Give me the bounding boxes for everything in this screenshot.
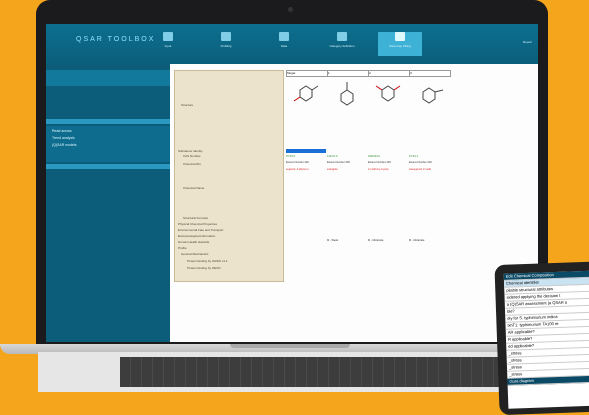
name-3: isoeugenol; 2-meth [409, 168, 432, 171]
binding-3: M - Moderate [409, 239, 425, 242]
cas-1: 140-67-0 [327, 155, 338, 158]
endpoint-tree: Structure Substance Identity CAS Number … [174, 70, 284, 282]
tab-input[interactable]: Input [146, 32, 190, 56]
tree-human-health[interactable]: Human Health Hazards [178, 240, 209, 244]
gap-filling-icon [395, 32, 405, 41]
webcam [288, 7, 293, 12]
name-target: eugenol; 4-allyl-2-m [286, 168, 309, 171]
data-grid: Target 1 2 3 97-53-0 140-67-0 4602-84-0 … [286, 70, 456, 280]
tab-profiling[interactable]: Profiling [204, 32, 248, 56]
column-header-1[interactable]: 1 [327, 70, 369, 77]
ids-target: Einecs Number 202 [286, 161, 309, 164]
tree-physchem[interactable]: Physical Chemical Properties [178, 222, 217, 226]
left-panel: Read across Trend analysis (Q)SAR models [46, 64, 170, 342]
structure-2-icon [375, 85, 401, 102]
top-toolbar: QSAR TOOLBOX Input Profiling Data Catego… [46, 24, 538, 64]
left-panel-header [46, 70, 170, 86]
cas-2: 4602-84-0 [368, 155, 380, 158]
gap-filling-methods: Read across Trend analysis (Q)SAR models [46, 126, 170, 162]
ids-3: Einecs Number 202 [409, 161, 432, 164]
left-panel-section-bar-2 [46, 164, 170, 169]
tab-data-gap-filling[interactable]: Data Gap Filling [378, 32, 422, 56]
report-link[interactable]: Report [523, 40, 532, 44]
ids-2: Einecs Number 225 [368, 161, 391, 164]
column-header-3[interactable]: 3 [409, 70, 451, 77]
method-trend-analysis[interactable]: Trend analysis [52, 136, 170, 140]
cas-3: 97-54-1 [409, 155, 418, 158]
column-header-2[interactable]: 2 [368, 70, 410, 77]
laptop-screen: QSAR TOOLBOX Input Profiling Data Catego… [46, 24, 538, 342]
tree-substance-identity[interactable]: Substance Identity [178, 149, 203, 153]
tree-cas-number[interactable]: CAS Number [183, 154, 201, 158]
tree-profile[interactable]: Profile [178, 246, 187, 250]
tab-data[interactable]: Data [262, 32, 306, 56]
tree-protein-binding-oecd[interactable]: Protein binding by OECD [187, 266, 221, 270]
column-header-target[interactable]: Target [286, 70, 328, 77]
tree-structural-formula[interactable]: Structural Formula [183, 216, 208, 220]
ids-1: Einecs Number 205 [327, 161, 350, 164]
tree-protein-binding-oasis[interactable]: Protein binding by OASIS v1.1 [187, 259, 228, 263]
tree-chemical-name[interactable]: Chemical Name [183, 186, 204, 190]
left-panel-section-bar [46, 119, 170, 124]
tab-category-definition[interactable]: Category definition [320, 32, 364, 56]
keyboard-keys [120, 357, 520, 387]
data-matrix-panel: Structure Substance Identity CAS Number … [170, 64, 538, 342]
tablet-device: Edit Chemical Composition Chemical identi… [494, 260, 589, 415]
selected-row-highlight [286, 149, 326, 153]
tablet-screen: Edit Chemical Composition Chemical identi… [503, 270, 589, 409]
tree-env-fate[interactable]: Environmental Fate and Transport [178, 228, 223, 232]
method-qsar-models[interactable]: (Q)SAR models [52, 143, 170, 147]
data-icon [279, 32, 289, 41]
input-icon [163, 32, 173, 41]
name-1: estragole [327, 168, 338, 171]
structure-target-icon [293, 85, 319, 102]
workflow-tabs: Input Profiling Data Category definition… [146, 32, 422, 56]
laptop-hinge-notch [230, 344, 350, 348]
binding-1: M - Weak [327, 239, 339, 242]
structure-1-icon [340, 82, 354, 106]
tree-structure[interactable]: Structure [181, 103, 193, 107]
binding-2: M - Moderate [368, 239, 384, 242]
app-logo: QSAR TOOLBOX [76, 36, 156, 43]
structure-3-icon [422, 87, 444, 104]
profiling-icon [221, 32, 231, 41]
tree-ecotox[interactable]: Ecotoxicological Information [178, 234, 215, 238]
method-read-across[interactable]: Read across [52, 129, 170, 133]
name-2: 2-methoxy-4-prop [368, 168, 389, 171]
tree-chemical-ids[interactable]: Chemical IDs [183, 162, 201, 166]
category-icon [337, 32, 347, 41]
cas-target: 97-53-0 [286, 155, 295, 158]
tree-general-mechanistic[interactable]: General Mechanistic [181, 252, 208, 256]
